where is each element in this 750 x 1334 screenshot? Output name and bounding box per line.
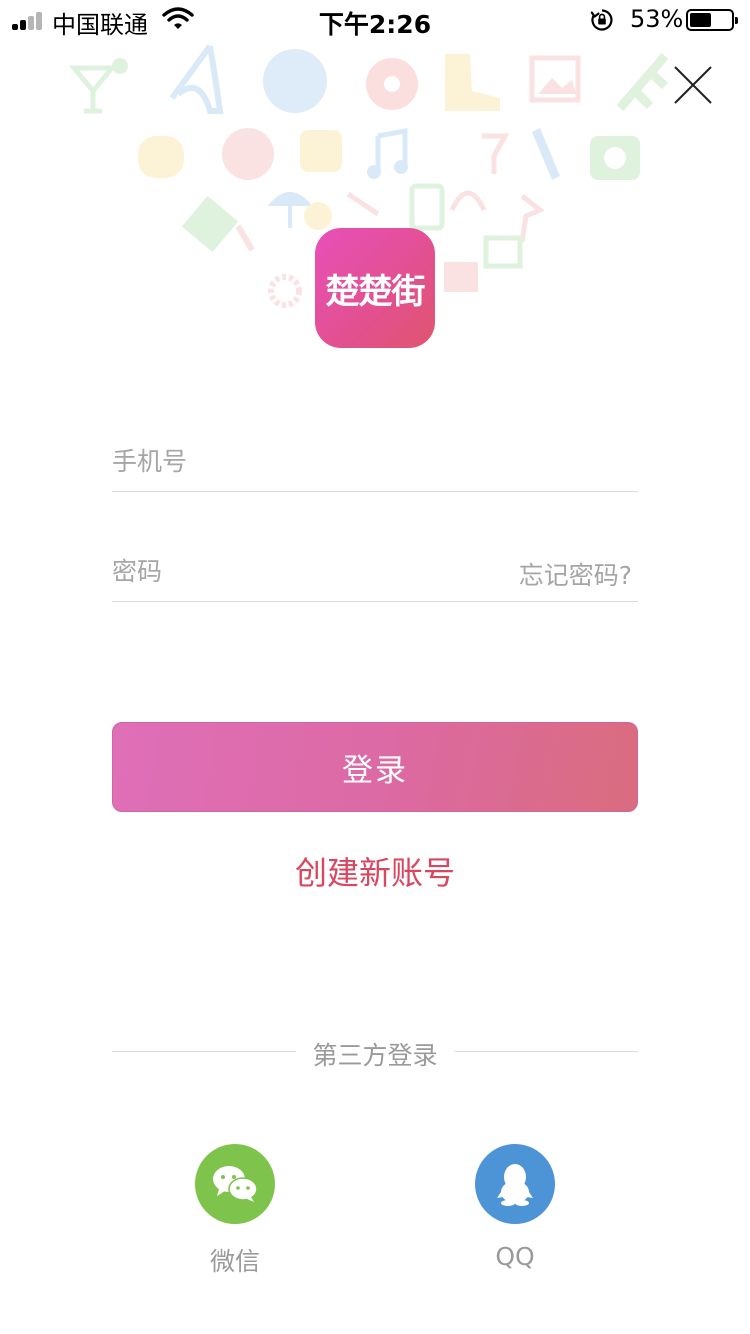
login-button-label: 登录 [342, 752, 408, 789]
app-logo: 楚楚街 [315, 228, 435, 348]
wechat-login-button[interactable] [195, 1144, 275, 1224]
cocktail-icon [68, 65, 118, 114]
phone-input[interactable] [112, 432, 492, 490]
qq-login-button[interactable] [475, 1144, 555, 1224]
rotation-lock-icon [590, 9, 613, 31]
password-input[interactable] [112, 542, 492, 600]
camera-small-icon [300, 130, 342, 172]
bag-icon [138, 136, 184, 178]
tag-icon [181, 195, 239, 253]
divider-right [455, 1051, 638, 1052]
glass-icon [482, 133, 510, 174]
boot-icon [445, 54, 500, 111]
umbrella-icon [267, 192, 313, 228]
app-logo-text: 楚楚街 [325, 271, 426, 312]
pin-icon [519, 194, 545, 243]
heel-icon [169, 44, 224, 114]
phone-icon [409, 183, 445, 231]
palette-icon [263, 49, 327, 113]
gear-icon [268, 274, 302, 308]
phone-field [112, 432, 638, 492]
wechat-icon [213, 1166, 258, 1202]
qq-icon [497, 1164, 533, 1206]
status-bar: 中国联通 下午2:26 53% [0, 0, 750, 40]
qq-label: QQ [495, 1242, 535, 1271]
syringe-icon [616, 53, 669, 111]
battery-percent: 53% [630, 5, 684, 33]
third-party-title: 第三方登录 [312, 1041, 438, 1070]
battery-icon [686, 9, 738, 31]
tv-icon [483, 235, 523, 269]
password-field: 忘记密码? [112, 542, 638, 602]
create-account-link[interactable]: 创建新账号 [0, 848, 750, 894]
lipstick-icon [532, 128, 560, 180]
login-button[interactable]: 登录 [112, 722, 638, 812]
forgot-password-link[interactable]: 忘记密码? [519, 556, 632, 592]
headphones-icon [449, 190, 487, 212]
ball-icon [222, 128, 274, 180]
wechat-label: 微信 [209, 1247, 260, 1276]
